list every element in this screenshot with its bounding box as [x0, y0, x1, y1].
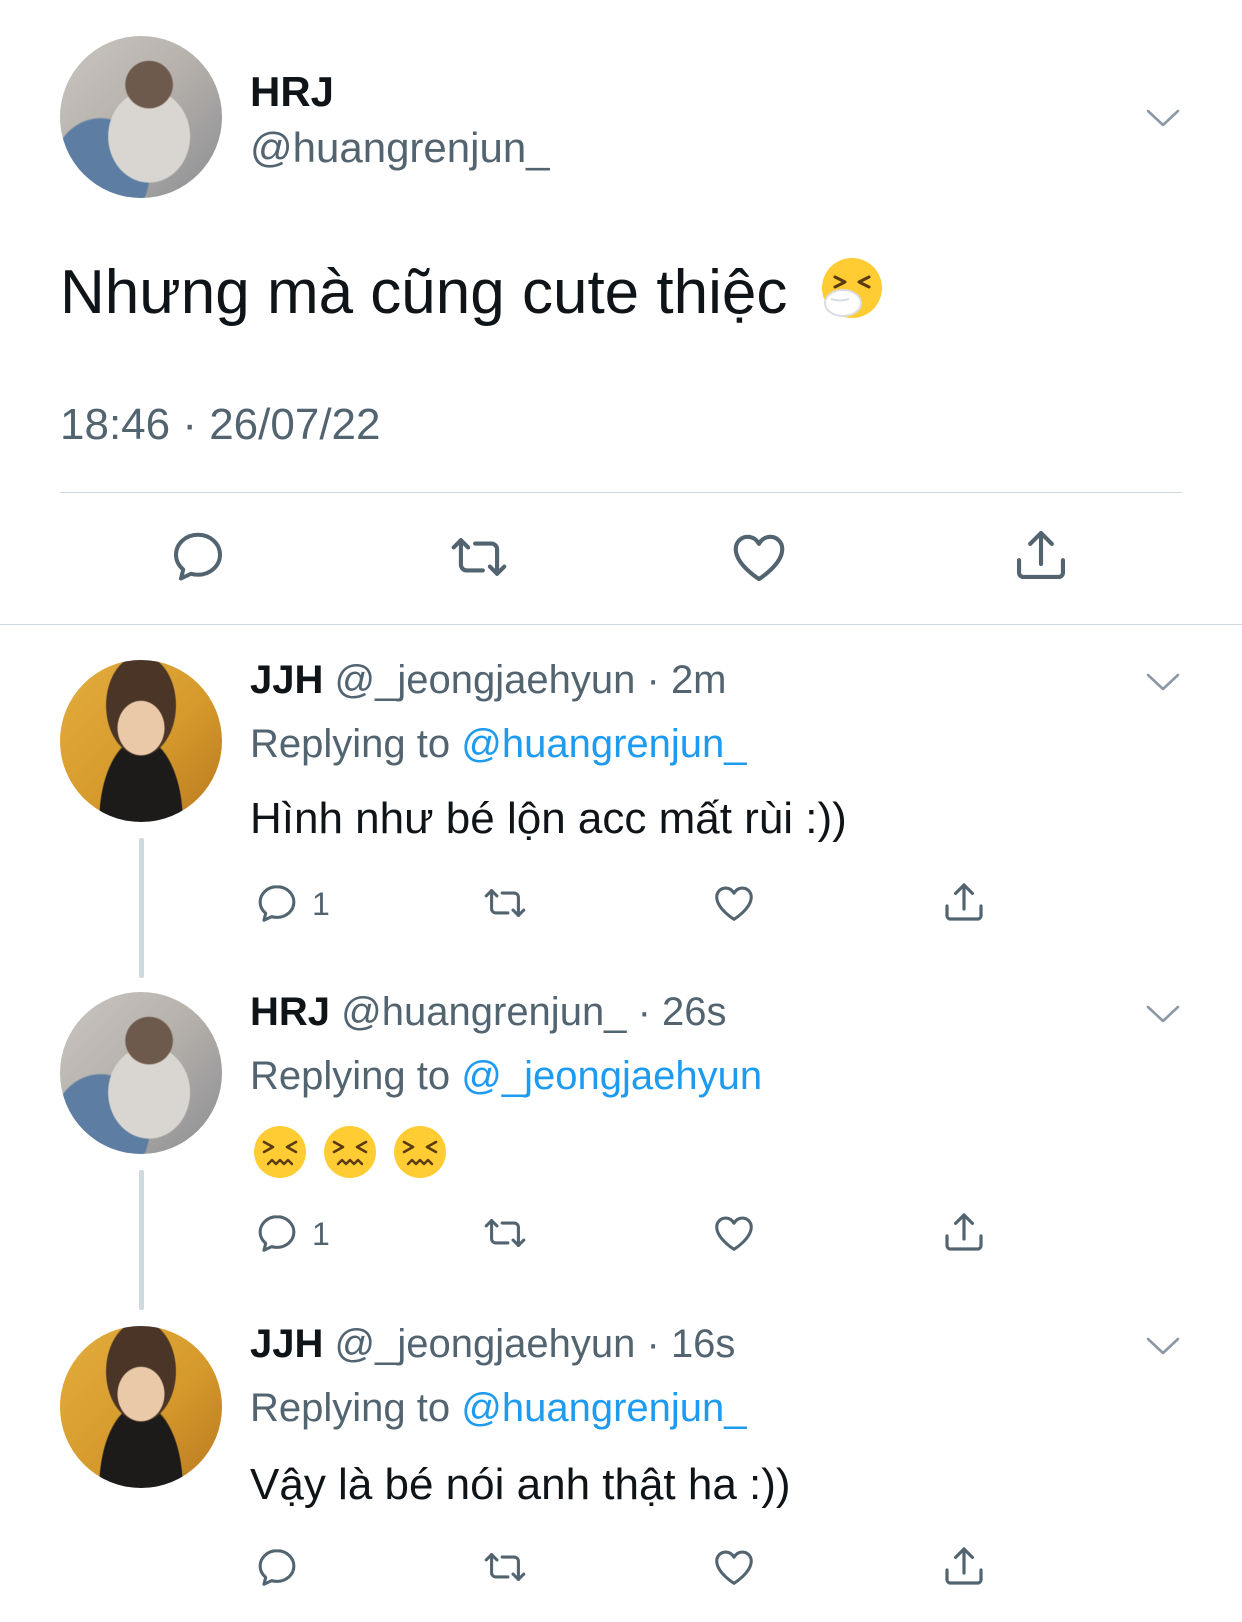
avatar[interactable]: [60, 1326, 222, 1488]
separator: ·: [646, 658, 660, 702]
replying-to: Replying to @huangrenjun_: [250, 722, 747, 767]
like-icon[interactable]: [710, 1210, 758, 1256]
tweet-timestamp[interactable]: 18:46 · 26/07/22: [60, 400, 380, 450]
author-handle[interactable]: @huangrenjun_: [341, 990, 626, 1034]
replying-to-label: Replying to: [250, 1054, 462, 1098]
share-icon[interactable]: [1010, 524, 1072, 586]
sneezing-face-emoji: [819, 255, 885, 321]
confounded-face-emoji: [324, 1126, 376, 1178]
reply-text: Vậy là bé nói anh thật ha :)): [250, 1460, 791, 1509]
reply-icon[interactable]: [168, 526, 228, 586]
replying-to: Replying to @huangrenjun_: [250, 1386, 747, 1431]
reply-icon[interactable]: [254, 1544, 300, 1590]
replying-to: Replying to @_jeongjaehyun: [250, 1054, 762, 1099]
avatar[interactable]: [60, 660, 222, 822]
thread-line: [139, 1170, 144, 1310]
reply-icon[interactable]: [254, 1210, 300, 1256]
retweet-icon[interactable]: [480, 1544, 530, 1590]
thread-line: [139, 838, 144, 978]
like-icon[interactable]: [710, 880, 758, 926]
reply-emojis: [252, 1124, 452, 1182]
avatar[interactable]: [60, 36, 222, 198]
reply-header: HRJ @huangrenjun_ · 26s: [250, 990, 727, 1035]
mention-link[interactable]: @huangrenjun_: [461, 1386, 746, 1430]
reply-age[interactable]: 2m: [671, 658, 727, 702]
like-icon[interactable]: [710, 1544, 758, 1590]
chevron-down-icon[interactable]: [1146, 108, 1180, 128]
author-name[interactable]: JJH: [250, 658, 323, 702]
confounded-face-emoji: [254, 1126, 306, 1178]
retweet-icon[interactable]: [446, 526, 512, 588]
replying-to-label: Replying to: [250, 1386, 462, 1430]
reply-age[interactable]: 26s: [662, 990, 727, 1034]
chevron-down-icon[interactable]: [1146, 672, 1180, 692]
separator: ·: [637, 990, 651, 1034]
tweet-text: Nhưng mà cũng cute thiệc: [60, 255, 885, 328]
tweet-text-content: Nhưng mà cũng cute thiệc: [60, 258, 788, 327]
chevron-down-icon[interactable]: [1146, 1336, 1180, 1356]
author-name[interactable]: HRJ: [250, 990, 330, 1034]
reply-count: 1: [312, 886, 330, 922]
chevron-down-icon[interactable]: [1146, 1004, 1180, 1024]
share-icon[interactable]: [940, 878, 988, 926]
share-icon[interactable]: [940, 1208, 988, 1256]
author-handle[interactable]: @_jeongjaehyun: [335, 1322, 636, 1366]
author-handle[interactable]: @_jeongjaehyun: [335, 658, 636, 702]
avatar[interactable]: [60, 992, 222, 1154]
author-name[interactable]: JJH: [250, 1322, 323, 1366]
replying-to-label: Replying to: [250, 722, 462, 766]
share-icon[interactable]: [940, 1542, 988, 1590]
divider: [60, 492, 1182, 493]
reply-header: JJH @_jeongjaehyun · 2m: [250, 658, 727, 703]
confounded-face-emoji: [394, 1126, 446, 1178]
reply-age[interactable]: 16s: [671, 1322, 736, 1366]
retweet-icon[interactable]: [480, 880, 530, 926]
like-icon[interactable]: [728, 526, 790, 588]
reply-count: 1: [312, 1216, 330, 1252]
reply-header: JJH @_jeongjaehyun · 16s: [250, 1322, 735, 1367]
separator: ·: [646, 1322, 660, 1366]
retweet-icon[interactable]: [480, 1210, 530, 1256]
divider: [0, 624, 1242, 625]
reply-text: Hình như bé lộn acc mất rùi :)): [250, 794, 847, 843]
author-name[interactable]: HRJ: [250, 68, 334, 116]
mention-link[interactable]: @huangrenjun_: [461, 722, 746, 766]
mention-link[interactable]: @_jeongjaehyun: [461, 1054, 762, 1098]
author-handle[interactable]: @huangrenjun_: [250, 124, 550, 172]
reply-icon[interactable]: [254, 880, 300, 926]
